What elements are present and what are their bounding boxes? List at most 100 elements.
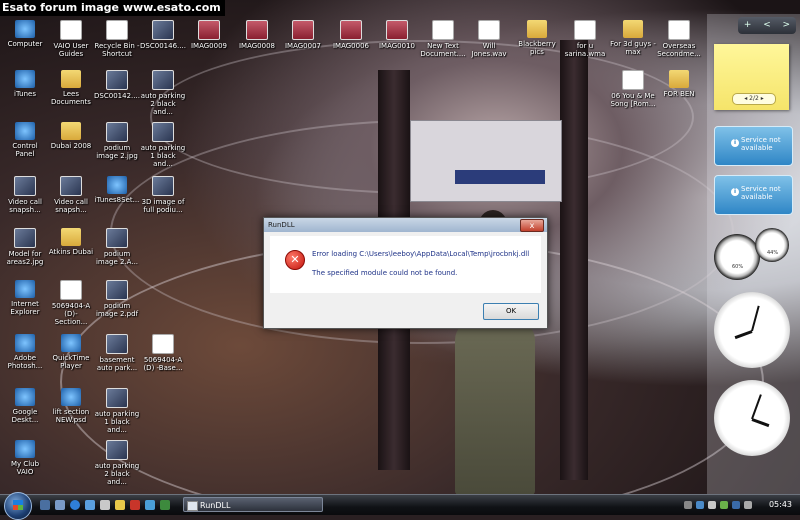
desktop-icon[interactable]: QuickTime Player [48, 334, 94, 370]
desktop-icon-label: New Text Document.... [420, 42, 466, 58]
desktop-icon[interactable]: DSC00142.... [94, 70, 140, 100]
desktop-icon-label: IMAG0007 [284, 42, 321, 50]
desktop-icon-label: For 3d guys - max [610, 40, 656, 56]
desktop-icon[interactable]: VAIO User Guides [48, 20, 94, 58]
desktop-icon[interactable]: podium image 2.A... [94, 228, 140, 266]
ok-button[interactable]: OK [483, 303, 539, 320]
desktop-icon[interactable]: Recycle Bin - Shortcut [94, 20, 140, 58]
desktop-icon[interactable]: Video call snapsh... [48, 176, 94, 214]
close-button[interactable]: x [520, 219, 544, 232]
acrobat-icon[interactable] [130, 500, 140, 510]
desktop-icon[interactable]: 06 You & Me Song [Rom... [610, 70, 656, 108]
media-icon[interactable] [145, 500, 155, 510]
folder-icon[interactable] [115, 500, 125, 510]
sidebar-next-button[interactable]: > [783, 17, 791, 34]
desktop-icon[interactable]: IMAG0009 [186, 20, 232, 50]
desktop-icon-label: podium image 2.jpg [96, 144, 138, 160]
sidebar-controls: + < > [738, 17, 796, 34]
feed-gadget-1[interactable]: i Service not available [714, 126, 793, 166]
image-file-icon [106, 228, 128, 248]
document-icon [668, 20, 690, 40]
notes-gadget[interactable]: ◂ 2/2 ▸ [714, 44, 789, 110]
desktop-icon[interactable]: Google Deskt... [2, 388, 48, 424]
desktop-icon[interactable]: Internet Explorer [2, 280, 48, 316]
desktop-icon[interactable]: auto parking 1 black and... [140, 122, 186, 168]
network-icon[interactable] [696, 501, 704, 509]
battery-icon[interactable] [720, 501, 728, 509]
desktop-icon[interactable]: Atkins Dubai [48, 228, 94, 256]
error-message: Error loading C:\Users\leeboy\AppData\Lo… [312, 250, 530, 258]
quick-launch-icon[interactable] [160, 500, 170, 510]
desktop-icon-label: Will Jones.wav [471, 42, 507, 58]
switch-windows-icon[interactable] [55, 500, 65, 510]
cpu-meter-gadget[interactable]: 60% [714, 234, 760, 280]
desktop-icon[interactable]: 5069404-A (D)-Section... [48, 280, 94, 326]
quick-launch-icon[interactable] [100, 500, 110, 510]
clock-gadget-2[interactable] [714, 380, 790, 456]
desktop-icon[interactable]: Video call snapsh... [2, 176, 48, 214]
desktop-icon[interactable]: iTunes [2, 70, 48, 98]
taskbar-clock[interactable]: 05:43 [769, 500, 792, 509]
desktop-icon[interactable]: My Club VAIO [2, 440, 48, 476]
desktop-icon[interactable]: IMAG0006 [328, 20, 374, 50]
desktop-icon[interactable]: iTunes8Set... [94, 176, 140, 204]
desktop-icon-label: podium image 2.A... [95, 250, 139, 266]
desktop-icon[interactable]: New Text Document.... [420, 20, 466, 58]
image-file-icon [106, 122, 128, 142]
sidebar-prev-button[interactable]: < [763, 17, 771, 34]
desktop-icon[interactable]: Control Panel [2, 122, 48, 158]
desktop-icon[interactable]: podium image 2.pdf [94, 280, 140, 318]
sidebar-add-button[interactable]: + [744, 17, 752, 34]
application-icon [15, 70, 35, 88]
note-pager[interactable]: ◂ 2/2 ▸ [732, 93, 776, 105]
memory-meter-gadget[interactable]: 44% [755, 228, 789, 262]
desktop-icon[interactable]: Will Jones.wav [466, 20, 512, 58]
desktop-icon[interactable]: 3D image of full podiu... [140, 176, 186, 214]
image-file-icon [152, 20, 174, 40]
desktop-icon[interactable]: IMAG0008 [234, 20, 280, 50]
desktop-icon-label: podium image 2.pdf [95, 302, 139, 318]
desktop-icon-label: Lees Documents [51, 90, 91, 106]
outlook-icon[interactable] [85, 500, 95, 510]
desktop-icon[interactable]: lift section NEW.psd [48, 388, 94, 424]
chevron-right-icon[interactable]: ▸ [759, 95, 764, 102]
taskbar-button-rundll[interactable]: RunDLL [183, 497, 323, 512]
volume-icon[interactable] [708, 501, 716, 509]
desktop-icon-label: Adobe Photosh... [7, 354, 43, 370]
desktop-icon[interactable]: podium image 2.jpg [94, 122, 140, 160]
desktop-icon[interactable]: Blackberry pics [514, 20, 560, 56]
desktop-icon[interactable]: basement auto park... [94, 334, 140, 372]
desktop-icon[interactable]: FOR BEN [656, 70, 702, 98]
internet-explorer-icon[interactable] [70, 500, 80, 510]
desktop-icon[interactable]: Adobe Photosh... [2, 334, 48, 370]
desktop-icon[interactable]: Dubai 2008 [48, 122, 94, 150]
wallpaper-store [410, 120, 562, 202]
desktop-icon[interactable]: For 3d guys - max [610, 20, 656, 56]
application-icon [15, 334, 35, 352]
desktop-icon[interactable]: Overseas Secondme... [656, 20, 702, 58]
desktop-icon[interactable]: IMAG0010 [374, 20, 420, 50]
bluetooth-icon[interactable] [732, 501, 740, 509]
desktop-icon[interactable]: auto parking 2 black and... [140, 70, 186, 116]
desktop-icon[interactable]: for u sarina.wma [562, 20, 608, 58]
image-file-icon [292, 20, 314, 40]
show-desktop-icon[interactable] [40, 500, 50, 510]
desktop-icon-label: basement auto park... [96, 356, 138, 372]
clock-gadget[interactable] [714, 292, 790, 368]
desktop-icon-label: DSC00146.... [140, 42, 186, 50]
desktop-icon[interactable]: Computer [2, 20, 48, 48]
chevron-left-icon[interactable] [684, 501, 692, 509]
start-button[interactable] [4, 492, 32, 520]
system-tray: 05:43 [678, 496, 800, 514]
document-icon [60, 20, 82, 40]
desktop-icon[interactable]: auto parking 2 black and... [94, 440, 140, 486]
desktop-icon[interactable]: Model for areas2.jpg [2, 228, 48, 266]
image-file-icon [106, 70, 128, 90]
feed-gadget-2[interactable]: i Service not available [714, 175, 793, 215]
desktop-icon[interactable]: 5069404-A (D) -Base... [140, 334, 186, 372]
desktop-icon[interactable]: IMAG0007 [280, 20, 326, 50]
desktop-icon[interactable]: Lees Documents [48, 70, 94, 106]
tray-icon[interactable] [744, 501, 752, 509]
desktop-icon[interactable]: auto parking 1 black and... [94, 388, 140, 434]
desktop-icon[interactable]: DSC00146.... [140, 20, 186, 50]
